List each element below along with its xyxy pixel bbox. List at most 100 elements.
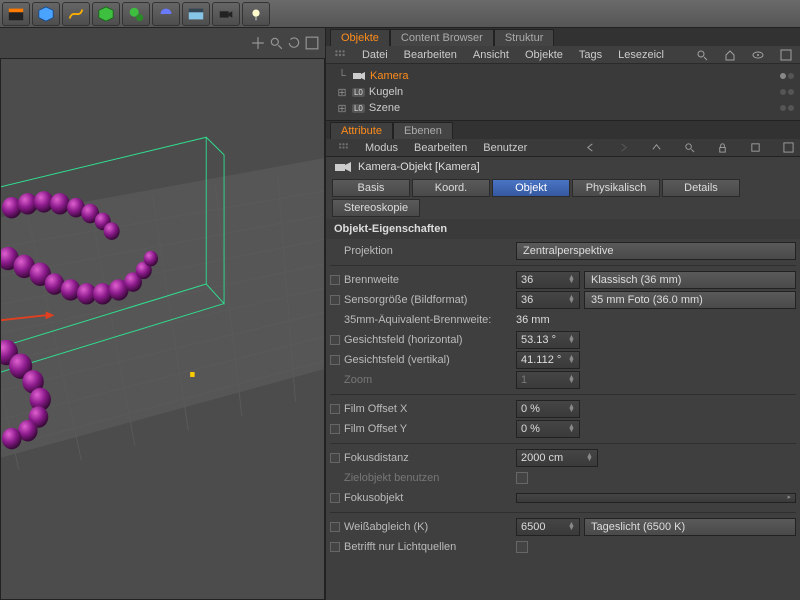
subtab-details[interactable]: Details	[662, 179, 740, 197]
menu-ansicht[interactable]: Ansicht	[473, 49, 509, 61]
key-checkbox[interactable]	[330, 355, 340, 365]
key-checkbox[interactable]	[330, 424, 340, 434]
input-fokusdistanz[interactable]: 2000 cm▲▼	[516, 449, 598, 467]
tool-spline-icon[interactable]	[62, 2, 90, 26]
camera-icon	[334, 161, 352, 173]
vp-rotate-icon[interactable]	[287, 36, 301, 50]
input-gfv[interactable]: 41.112 °▲▼	[516, 351, 580, 369]
subtab-objekt[interactable]: Objekt	[492, 179, 570, 197]
row-projektion: Projektion Zentralperspektive	[330, 241, 796, 261]
attribute-object-title: Kamera-Objekt [Kamera]	[326, 157, 800, 177]
row-film-offset-x: Film Offset X 0 %▲▼	[330, 399, 796, 419]
3d-viewport[interactable]	[0, 58, 325, 600]
dropdown-brennweite[interactable]: Klassisch (36 mm)	[584, 271, 796, 289]
dock-icon[interactable]	[783, 142, 794, 153]
row-film-offset-y: Film Offset Y 0 %▲▼	[330, 419, 796, 439]
key-checkbox[interactable]	[330, 404, 340, 414]
menu-objekte[interactable]: Objekte	[525, 49, 563, 61]
subtab-basis[interactable]: Basis	[332, 179, 410, 197]
row-sensor: Sensorgröße (Bildformat) 36▲▼ 35 mm Foto…	[330, 290, 796, 310]
object-row-kugeln[interactable]: ⊞ L0 Kugeln	[332, 84, 794, 100]
checkbox-zielobjekt	[516, 472, 528, 484]
key-checkbox[interactable]	[330, 275, 340, 285]
row-brennweite: Brennweite 36▲▼ Klassisch (36 mm)	[330, 270, 796, 290]
object-row-szene[interactable]: ⊞ L0 Szene	[332, 100, 794, 116]
object-label: Kugeln	[369, 86, 776, 98]
key-checkbox[interactable]	[330, 335, 340, 345]
menu-tags[interactable]: Tags	[579, 49, 602, 61]
input-fox[interactable]: 0 %▲▼	[516, 400, 580, 418]
vp-move-icon[interactable]	[251, 36, 265, 50]
tool-gears-icon[interactable]	[122, 2, 150, 26]
attribute-menubar: Modus Bearbeiten Benutzer	[326, 139, 800, 157]
vp-zoom-icon[interactable]	[269, 36, 283, 50]
checkbox-lichtquellen[interactable]	[516, 541, 528, 553]
layer-badge: L0	[352, 88, 365, 97]
menu-bearbeiten[interactable]: Bearbeiten	[414, 142, 467, 154]
menu-datei[interactable]: Datei	[362, 49, 388, 61]
input-zoom: 1▲▼	[516, 371, 580, 389]
home-icon[interactable]	[724, 49, 736, 61]
grip-icon[interactable]	[334, 49, 346, 61]
tab-content-browser[interactable]: Content Browser	[390, 29, 494, 46]
tool-environment-icon[interactable]	[182, 2, 210, 26]
value-equiv: 36 mm	[516, 314, 550, 326]
eye-icon[interactable]	[752, 49, 764, 61]
tab-attribute[interactable]: Attribute	[330, 122, 393, 139]
row-lichtquellen: Betrifft nur Lichtquellen	[330, 537, 796, 557]
input-gfh[interactable]: 53.13 °▲▼	[516, 331, 580, 349]
input-sensor[interactable]: 36▲▼	[516, 291, 580, 309]
object-row-kamera[interactable]: └ Kamera	[332, 68, 794, 84]
tool-deformer-icon[interactable]	[152, 2, 180, 26]
tool-light-icon[interactable]	[242, 2, 270, 26]
vp-max-icon[interactable]	[305, 36, 319, 50]
nav-back-icon[interactable]	[585, 142, 596, 153]
row-equiv: 35mm-Äquivalent-Brennweite: 36 mm	[330, 310, 796, 330]
properties-panel: Projektion Zentralperspektive Brennweite…	[326, 239, 800, 567]
menu-bearbeiten[interactable]: Bearbeiten	[404, 49, 457, 61]
main-toolbar	[0, 0, 800, 28]
section-objekt-eigenschaften: Objekt-Eigenschaften	[326, 219, 800, 239]
object-label: Kamera	[370, 70, 776, 82]
key-checkbox[interactable]	[330, 493, 340, 503]
key-checkbox[interactable]	[330, 295, 340, 305]
viewport-controls	[0, 28, 325, 58]
input-foy[interactable]: 0 %▲▼	[516, 420, 580, 438]
input-wb[interactable]: 6500▲▼	[516, 518, 580, 536]
lock-icon[interactable]	[717, 142, 728, 153]
key-checkbox[interactable]	[330, 522, 340, 532]
menu-lesezeichen[interactable]: Lesezeicl	[618, 49, 664, 61]
search-icon[interactable]	[684, 142, 695, 153]
row-fokusdistanz: Fokusdistanz 2000 cm▲▼	[330, 448, 796, 468]
new-icon[interactable]	[750, 142, 761, 153]
menu-modus[interactable]: Modus	[365, 142, 398, 154]
grip-icon[interactable]	[338, 142, 349, 153]
input-brennweite[interactable]: 36▲▼	[516, 271, 580, 289]
subtab-stereoskopie[interactable]: Stereoskopie	[332, 199, 420, 217]
dropdown-projektion[interactable]: Zentralperspektive	[516, 242, 796, 260]
dropdown-wb[interactable]: Tageslicht (6500 K)	[584, 518, 796, 536]
tool-generator-icon[interactable]	[92, 2, 120, 26]
tab-structure[interactable]: Struktur	[494, 29, 555, 46]
tool-cube-icon[interactable]	[32, 2, 60, 26]
subtab-physikalisch[interactable]: Physikalisch	[572, 179, 660, 197]
search-icon[interactable]	[696, 49, 708, 61]
subtab-koord[interactable]: Koord.	[412, 179, 490, 197]
attribute-tabs: Attribute Ebenen	[326, 121, 800, 139]
tab-ebenen[interactable]: Ebenen	[393, 122, 453, 139]
menu-benutzer[interactable]: Benutzer	[483, 142, 527, 154]
nav-fwd-icon[interactable]	[618, 142, 629, 153]
camera-icon	[352, 69, 366, 83]
key-checkbox[interactable]	[330, 453, 340, 463]
tab-objects[interactable]: Objekte	[330, 29, 390, 46]
nav-up-icon[interactable]	[651, 142, 662, 153]
row-fokusobjekt: Fokusobjekt ▸	[330, 488, 796, 508]
key-checkbox[interactable]	[330, 542, 340, 552]
tool-camera-icon[interactable]	[212, 2, 240, 26]
dropdown-sensor[interactable]: 35 mm Foto (36.0 mm)	[584, 291, 796, 309]
tool-clapper-icon[interactable]	[2, 2, 30, 26]
dock-icon[interactable]	[780, 49, 792, 61]
layer-badge: L0	[352, 104, 365, 113]
row-gfh: Gesichtsfeld (horizontal) 53.13 °▲▼	[330, 330, 796, 350]
input-fokusobjekt[interactable]: ▸	[516, 493, 796, 503]
